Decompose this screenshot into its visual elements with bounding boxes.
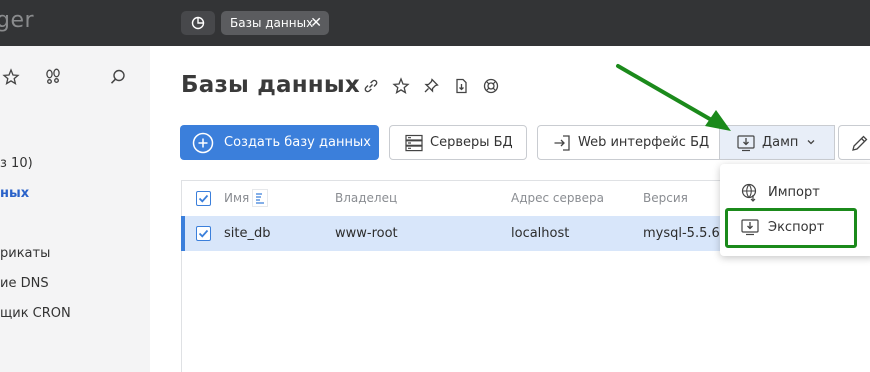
column-header-server[interactable]: Адрес сервера (511, 191, 604, 205)
menu-item-import-label: Импорт (768, 184, 820, 200)
sidebar-item-certificates[interactable]: рикаты (0, 246, 50, 261)
dump-label: Дамп (762, 135, 799, 150)
pin-icon[interactable] (422, 77, 440, 95)
tab-label: Базы данных (230, 16, 314, 30)
download-tray-icon (737, 134, 755, 151)
footprints-icon[interactable] (44, 68, 62, 86)
cell-server: localhost (511, 226, 570, 241)
dump-button[interactable]: Дамп (719, 125, 835, 160)
page-title: Базы данных (181, 72, 360, 98)
download-doc-icon[interactable] (452, 77, 470, 95)
db-servers-label: Серверы БД (430, 135, 513, 150)
check-icon (198, 229, 209, 238)
export-highlight-box (725, 208, 857, 248)
check-icon (198, 194, 209, 203)
link-icon[interactable] (362, 77, 380, 95)
edit-button[interactable] (838, 125, 870, 160)
sidebar-item-databases[interactable]: ных (0, 186, 29, 201)
column-header-version[interactable]: Версия (643, 191, 688, 205)
app-brand: ger (0, 8, 35, 33)
top-bar: ger Базы данных ✕ (0, 0, 870, 46)
sort-icon[interactable] (252, 189, 268, 207)
close-icon[interactable]: ✕ (310, 15, 322, 31)
star-icon[interactable] (2, 68, 20, 86)
globe-import-icon (741, 183, 757, 202)
menu-item-import[interactable]: Импорт (720, 176, 870, 208)
web-interface-button[interactable]: Web интерфейс БД (537, 125, 720, 160)
sign-in-icon (554, 134, 570, 151)
pencil-icon (852, 135, 868, 151)
selected-row-indicator (181, 216, 185, 251)
plus-circle-icon (192, 132, 214, 153)
dashboard-tab[interactable] (181, 11, 215, 35)
web-interface-label: Web интерфейс БД (578, 135, 710, 150)
search-icon[interactable] (109, 68, 127, 86)
chevron-down-icon (807, 140, 815, 145)
row-checkbox[interactable] (196, 226, 211, 241)
pie-chart-icon (191, 16, 205, 30)
sidebar-item-cron[interactable]: щик CRON (0, 306, 71, 321)
create-database-button[interactable]: Создать базу данных (180, 125, 379, 160)
cell-version: mysql-5.5.68 (643, 226, 729, 241)
tab-databases[interactable]: Базы данных ✕ (221, 11, 329, 35)
sidebar-item-count[interactable]: з 10) (0, 156, 33, 171)
cell-name: site_db (224, 226, 271, 241)
db-servers-button[interactable]: Серверы БД (389, 125, 527, 160)
column-header-name[interactable]: Имя (224, 191, 249, 205)
column-header-owner[interactable]: Владелец (335, 191, 397, 205)
help-lifebuoy-icon[interactable] (482, 77, 500, 95)
favorite-star-icon[interactable] (392, 77, 410, 95)
create-database-label: Создать базу данных (224, 135, 371, 150)
sidebar-item-dns[interactable]: ие DNS (0, 276, 49, 291)
cell-owner: www-root (335, 226, 398, 241)
sidebar: з 10) ных рикаты ие DNS щик CRON (0, 46, 150, 372)
server-icon (405, 134, 423, 151)
select-all-checkbox[interactable] (196, 191, 211, 206)
